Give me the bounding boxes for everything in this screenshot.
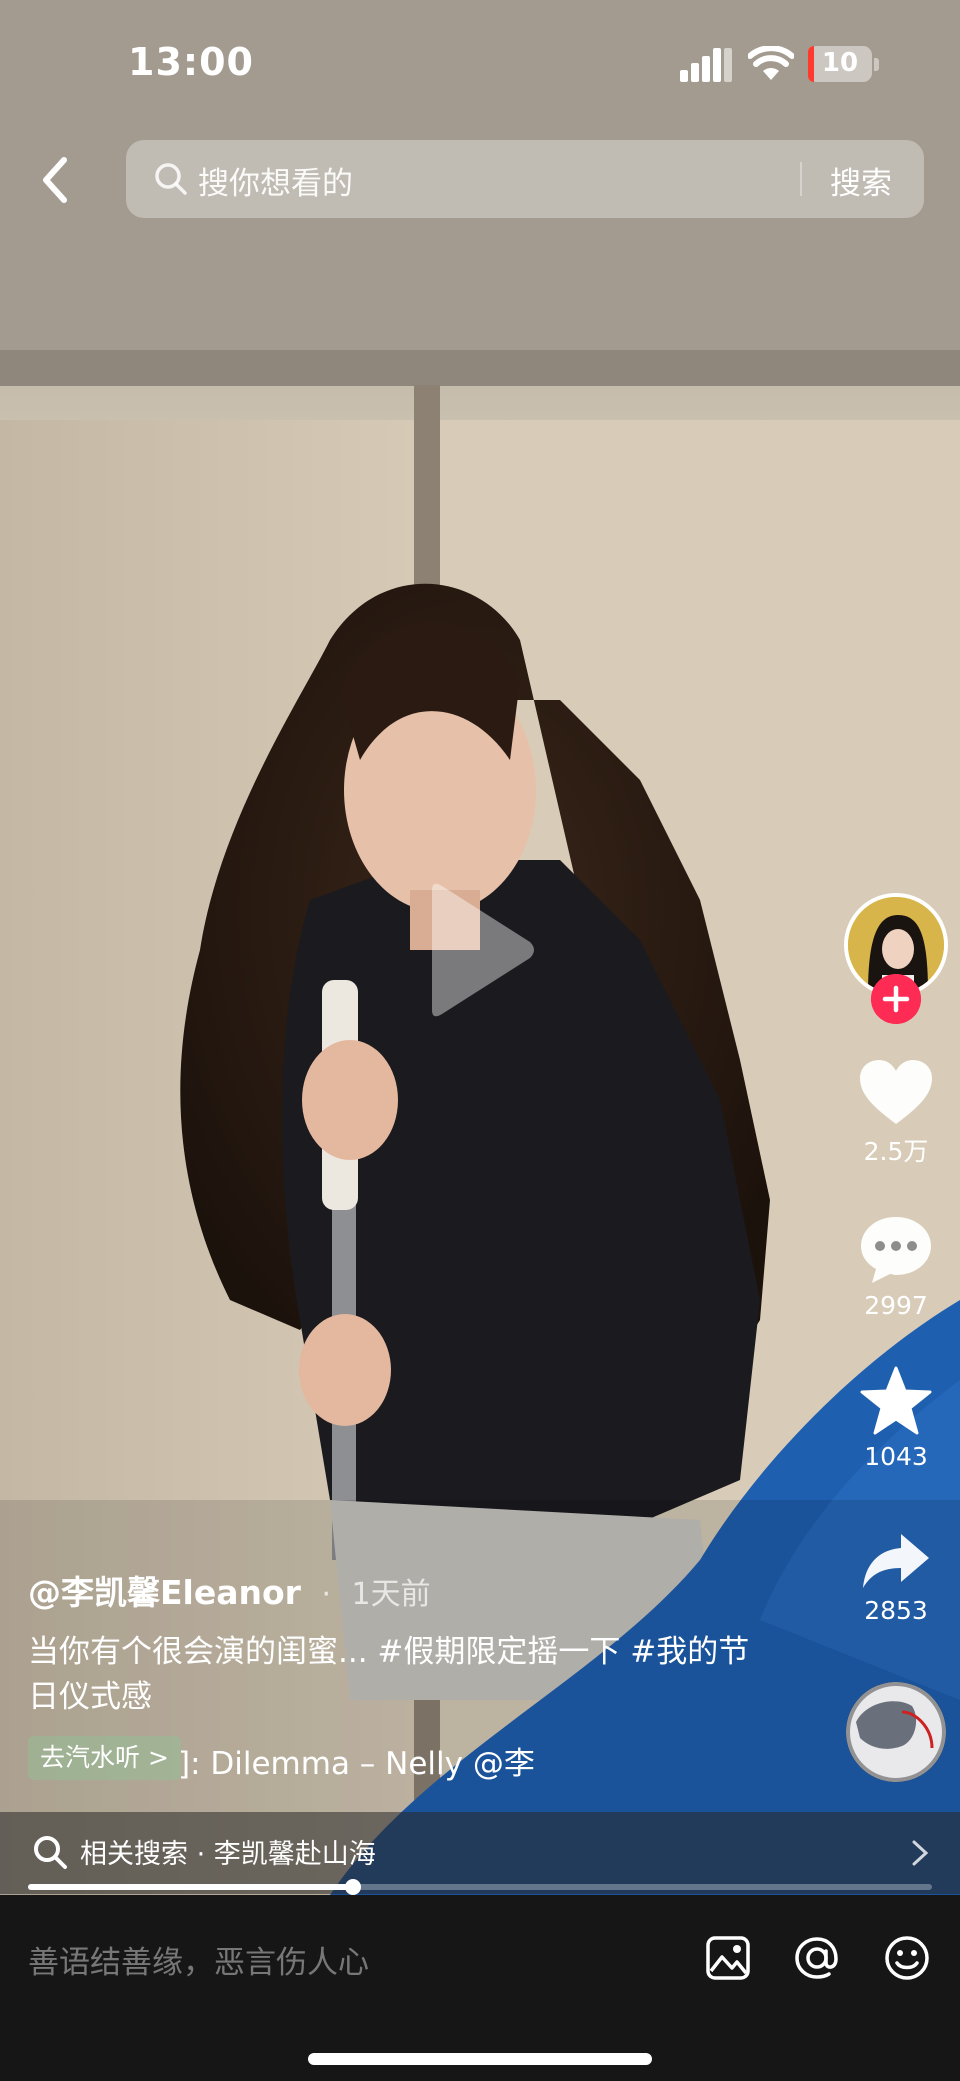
star-icon [860, 1366, 932, 1435]
emoji-icon[interactable] [882, 1933, 932, 1983]
follow-plus-icon[interactable] [871, 974, 921, 1024]
at-icon[interactable] [792, 1933, 842, 1983]
battery-level: 10 [821, 48, 859, 78]
search-box[interactable]: 搜你想看的 搜索 [126, 140, 924, 218]
play-icon[interactable] [420, 880, 540, 1020]
search-icon [155, 163, 187, 195]
post-time: 1天前 [351, 1577, 431, 1612]
search-input[interactable]: 搜你想看的 [198, 158, 353, 203]
back-arrow-icon[interactable] [30, 150, 80, 210]
related-search-bar[interactable]: 相关搜索 · 李凯馨赴山海 [0, 1812, 960, 1894]
search-divider [800, 162, 802, 196]
favorite-count: 1043 [864, 1442, 928, 1471]
post-description[interactable]: 当你有个很会演的闺蜜... #假期限定摇一下 #我的节日仪式感 [28, 1630, 768, 1720]
comment-icon [861, 1217, 931, 1283]
music-disc[interactable] [846, 1682, 946, 1782]
battery-indicator: 10 [808, 46, 872, 82]
home-indicator [308, 2053, 652, 2065]
heart-icon [860, 1060, 932, 1124]
comment-bar: 善语结善缘，恶言伤人心 [0, 1895, 960, 2081]
share-icon [863, 1534, 929, 1588]
like-count: 2.5万 [863, 1137, 929, 1166]
related-search-text: 相关搜索 · 李凯馨赴山海 [80, 1839, 376, 1870]
related-search-icon [34, 1836, 67, 1869]
author-name[interactable]: @李凯馨Eleanor [28, 1573, 301, 1612]
status-time: 13:00 [128, 40, 254, 84]
favorite-button[interactable]: 1043 [846, 1366, 946, 1471]
progress-fill [28, 1884, 354, 1890]
comment-count: 2997 [864, 1291, 928, 1320]
music-app-chip[interactable]: 去汽水听 > [28, 1736, 181, 1780]
battery-nub [874, 58, 879, 71]
chevron-right-icon [912, 1840, 929, 1866]
post-separator: · [321, 1577, 331, 1612]
image-icon[interactable] [703, 1933, 753, 1983]
author-row: @李凯馨Eleanor · 1天前 [28, 1566, 431, 1614]
cellular-signal-icon [680, 48, 732, 82]
search-button[interactable]: 搜索 [830, 158, 892, 203]
like-button[interactable]: 2.5万 [846, 1058, 946, 1168]
music-disc-cover [846, 1682, 946, 1782]
comment-input[interactable]: 善语结善缘，恶言伤人心 [28, 1937, 369, 1982]
wifi-icon [748, 46, 794, 80]
status-bar: 13:00 10 [0, 0, 960, 130]
share-count: 2853 [864, 1596, 928, 1625]
video-progress[interactable] [28, 1879, 932, 1895]
comment-button[interactable]: 2997 [846, 1215, 946, 1320]
share-button[interactable]: 2853 [846, 1530, 946, 1625]
music-title[interactable]: ]: Dilemma – Nelly @李 [178, 1738, 535, 1783]
